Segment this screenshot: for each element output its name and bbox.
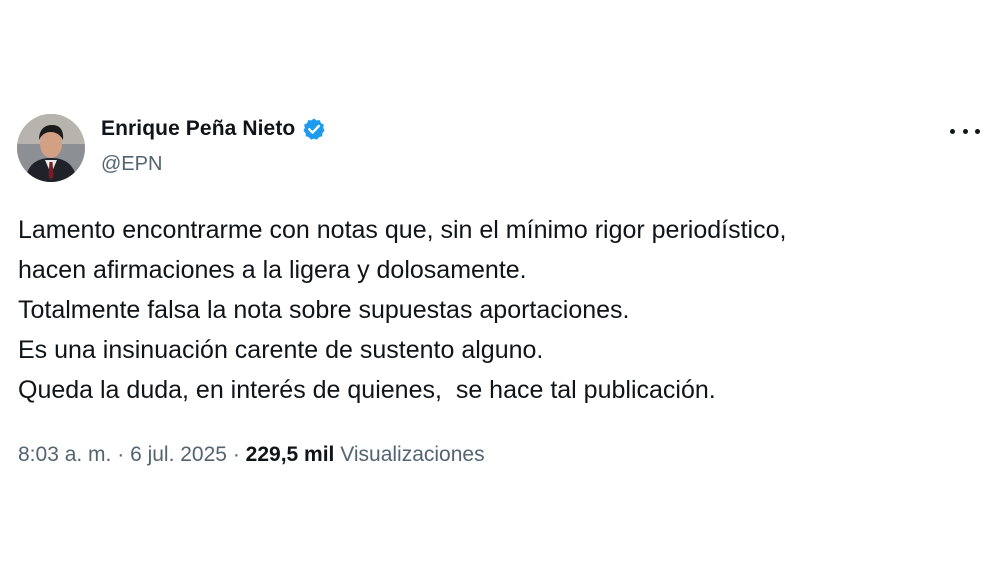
separator: · [111, 443, 131, 466]
tweet-meta: 8:03 a. m. · 6 jul. 2025 · 229,5 mil Vis… [18, 443, 485, 467]
tweet-card: Enrique Peña Nieto @EPN Lamento encontra… [0, 0, 1004, 565]
tweet-line: Totalmente falsa la nota sobre supuestas… [18, 296, 630, 324]
dot [962, 128, 968, 134]
tweet-time[interactable]: 8:03 a. m. [18, 443, 111, 466]
display-name[interactable]: Enrique Peña Nieto [101, 117, 295, 141]
tweet-line: hacen afirmaciones a la ligera y dolosam… [18, 256, 527, 284]
more-options-icon[interactable] [950, 121, 980, 141]
tweet-line: Queda la duda, en interés de quienes, se… [18, 376, 716, 404]
author-row: Enrique Peña Nieto [101, 117, 326, 141]
tweet-line: Lamento encontrarme con notas que, sin e… [18, 216, 787, 244]
dot [950, 128, 955, 134]
profile-photo-icon [17, 114, 85, 182]
tweet-line: Es una insinuación carente de sustento a… [18, 336, 544, 364]
handle[interactable]: @EPN [101, 153, 162, 176]
tweet-text: Lamento encontrarme con notas que, sin e… [18, 210, 978, 410]
dot [975, 128, 980, 134]
views-label: Visualizaciones [340, 443, 485, 466]
separator: · [226, 443, 246, 466]
avatar[interactable] [17, 114, 85, 182]
tweet-date[interactable]: 6 jul. 2025 [130, 443, 227, 466]
views-count: 229,5 mil [245, 443, 335, 466]
verified-badge-icon[interactable] [302, 117, 326, 141]
